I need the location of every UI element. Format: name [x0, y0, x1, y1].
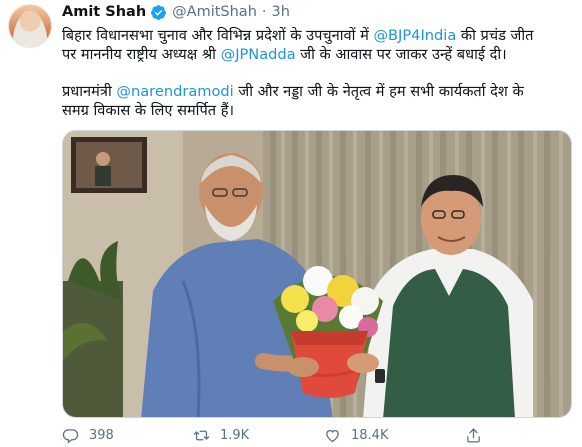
tweet-photo[interactable] [62, 130, 572, 418]
hand-right [347, 353, 379, 373]
tweet-header: Amit Shah @AmitShah · 3h [62, 2, 290, 22]
text-segment: प्रधानमंत्री [62, 83, 117, 100]
tweet-text-line-2: पर माननीय राष्ट्रीय अध्यक्ष श्री @JPNadd… [62, 45, 572, 64]
tweet-actions: 398 1.9K 18.4K [62, 424, 572, 446]
tweet-timestamp[interactable]: 3h [272, 4, 290, 20]
retweet-count: 1.9K [220, 427, 250, 443]
reply-icon [62, 428, 79, 444]
tweet-text-line-3: प्रधानमंत्री @narendramodi जी और नड्डा ज… [62, 82, 572, 101]
wall-picture-frame [71, 137, 147, 193]
text-segment: की प्रचंड जीत [456, 27, 534, 44]
verified-badge-icon [150, 4, 167, 21]
text-segment: जी के आवास पर जाकर उन्हें बधाई दी। [295, 46, 507, 63]
mention-bjp4india-link[interactable]: @BJP4India [373, 27, 456, 44]
retweet-icon [193, 430, 210, 440]
reply-count: 398 [89, 427, 114, 443]
like-button[interactable]: 18.4K [324, 427, 388, 444]
tweet-text: बिहार विधानसभा चुनाव और विभिन्न प्रदेशों… [62, 26, 572, 120]
like-icon [326, 429, 339, 442]
tweet-card[interactable]: Amit Shah @AmitShah · 3h बिहार विधानसभा … [0, 0, 582, 447]
author-avatar[interactable] [8, 4, 52, 48]
tweet-text-line-4: समग्र विकास के लिए समर्पित हैं। [62, 102, 234, 119]
text-segment: जी और नड्डा जी के नेतृत्व में हम सभी कार… [233, 83, 524, 100]
share-icon [467, 427, 480, 443]
text-segment: बिहार विधानसभा चुनाव और विभिन्न प्रदेशों… [62, 27, 374, 44]
tweet-text-line-1: बिहार विधानसभा चुनाव और विभिन्न प्रदेशों… [62, 26, 572, 45]
header-separator: · [261, 4, 267, 20]
hand-left [287, 357, 319, 377]
author-handle[interactable]: @AmitShah [172, 4, 257, 20]
like-count: 18.4K [351, 427, 389, 443]
retweet-button[interactable]: 1.9K [193, 427, 249, 444]
text-segment: पर माननीय राष्ट्रीय अध्यक्ष श्री [62, 46, 221, 63]
reply-button[interactable]: 398 [62, 427, 114, 444]
mention-narendramodi-link[interactable]: @narendramodi [116, 83, 233, 100]
author-name[interactable]: Amit Shah [62, 4, 146, 20]
photo-scene [63, 131, 571, 417]
share-button[interactable] [465, 427, 492, 444]
mention-jpnadda-link[interactable]: @JPNadda [221, 46, 296, 63]
